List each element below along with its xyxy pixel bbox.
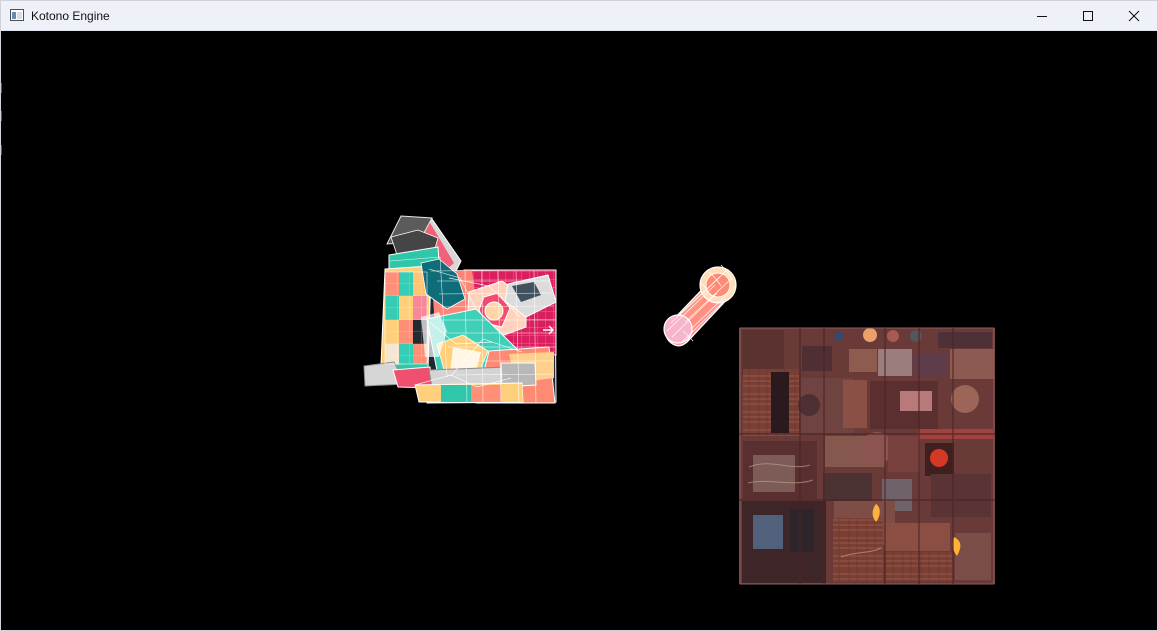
title-bar[interactable]: Kotono Engine	[1, 1, 1157, 31]
maximize-icon	[1083, 11, 1093, 21]
minimize-button[interactable]	[1019, 1, 1065, 31]
capsule-wireframe-model	[663, 264, 737, 347]
close-icon	[1128, 10, 1140, 22]
window-title: Kotono Engine	[31, 9, 110, 23]
texture-atlas-plane	[739, 327, 995, 585]
maximize-button[interactable]	[1065, 1, 1111, 31]
render-viewport[interactable]	[1, 31, 1157, 630]
minimize-icon	[1037, 16, 1047, 17]
window-app-icon	[10, 9, 24, 21]
window-controls	[1019, 1, 1157, 31]
close-button[interactable]	[1111, 1, 1157, 31]
colorful-wireframe-model	[363, 215, 557, 404]
application-window: Kotono Engine	[0, 0, 1158, 631]
scene-canvas	[363, 215, 995, 585]
